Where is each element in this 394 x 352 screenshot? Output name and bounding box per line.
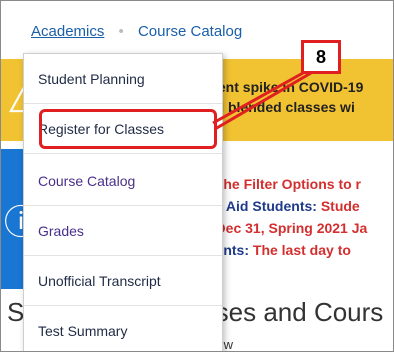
menu-item-course-catalog[interactable]: Course Catalog bbox=[24, 156, 222, 206]
menu-item-student-planning[interactable]: Student Planning bbox=[24, 54, 222, 104]
academics-dropdown-menu: Student Planning Register for Classes Co… bbox=[23, 53, 223, 351]
breadcrumb-course-catalog[interactable]: Course Catalog bbox=[138, 23, 242, 40]
menu-item-unofficial-transcript[interactable]: Unofficial Transcript bbox=[24, 256, 222, 306]
menu-item-test-summary[interactable]: Test Summary bbox=[24, 306, 222, 351]
app-frame: Academics • Course Catalog ⚠ rrent spike… bbox=[0, 0, 394, 352]
info-line: - Dec 31, Spring 2021 Ja bbox=[207, 220, 368, 236]
info-line-label: ial Aid Students: bbox=[207, 198, 321, 214]
menu-item-grades[interactable]: Grades bbox=[24, 206, 222, 256]
info-line-value: The last day to bbox=[252, 242, 351, 258]
page-heading-start: S bbox=[7, 297, 25, 327]
breadcrumb-academics[interactable]: Academics bbox=[31, 23, 104, 40]
covid-alert-line: nd blended classes wi bbox=[207, 99, 355, 115]
breadcrumb: Academics • Course Catalog bbox=[31, 23, 242, 40]
register-highlight-box bbox=[39, 109, 217, 149]
covid-alert-line: rrent spike in COVID-19 bbox=[207, 79, 364, 95]
page-heading: rses and Cours bbox=[207, 297, 384, 327]
breadcrumb-separator: • bbox=[118, 23, 124, 40]
info-line: e the Filter Options to r bbox=[207, 176, 362, 192]
info-line-value: Stude bbox=[320, 198, 360, 214]
info-banner-text: e the Filter Options to r ial Aid Studen… bbox=[207, 173, 393, 261]
covid-alert-text: rrent spike in COVID-19 nd blended class… bbox=[207, 77, 393, 117]
step-number-badge: 8 bbox=[301, 40, 341, 74]
